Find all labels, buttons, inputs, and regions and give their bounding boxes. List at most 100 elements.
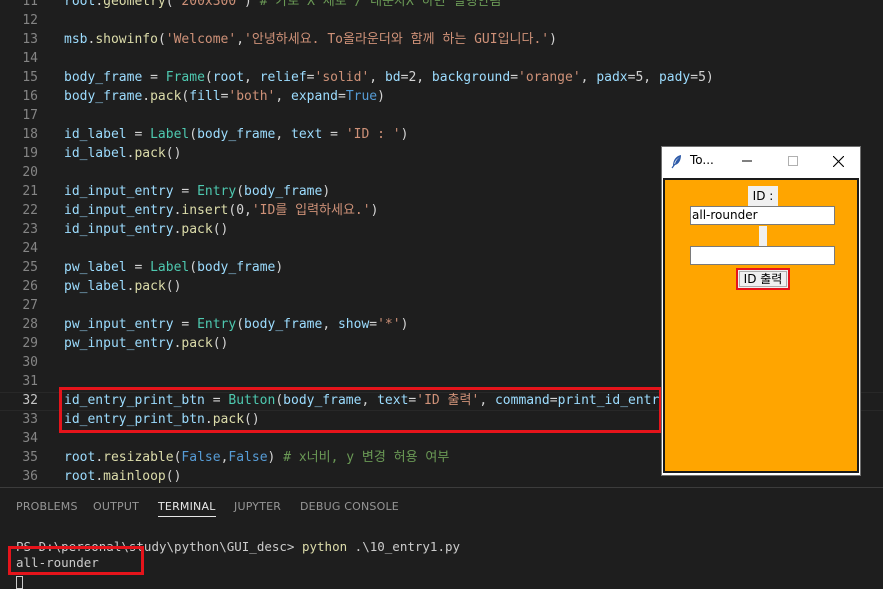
id-label: ID : [748,186,778,206]
code-token: , [236,32,245,47]
code-token: fill [189,89,221,104]
bottom-panel: PROBLEMS OUTPUT TERMINAL JUPYTER DEBUG C… [0,487,883,589]
line-number: 24 [22,241,38,256]
minimize-icon [742,160,752,162]
code-line[interactable]: 16 body_frame.pack(fill='both', expand=Tr… [0,87,883,106]
code-text: id_input_entry.insert(0,'ID를 입력하세요.') [64,201,378,220]
code-token: id_input_entry [64,203,174,218]
code-token: pack [181,336,213,351]
code-token: 'Welcome' [165,32,237,47]
code-token: , [361,393,378,408]
line-number: 20 [22,165,38,180]
code-token: False [228,450,268,465]
code-token: 'ID : ' [345,127,401,142]
code-token: , [244,70,260,85]
tab-jupyter[interactable]: JUPYTER [234,500,281,513]
code-token: ) [267,450,284,465]
terminal-command-line[interactable]: PS D:\personal\study\python\GUI_desc> py… [16,538,460,555]
code-token: False [181,450,221,465]
line-number: 16 [22,89,38,104]
code-token: , [275,89,292,104]
code-line[interactable]: 17 [0,106,883,125]
terminal-prompt: PS D:\personal\study\python\GUI_desc> [16,539,302,554]
tk-window[interactable]: To... ID : all-rounder ID 출력 [661,146,861,476]
code-token: 'solid' [314,70,370,85]
id-print-button-label: ID 출력 [743,272,783,286]
code-token: text [377,393,409,408]
code-token: . [95,450,104,465]
code-text: id_entry_print_btn = Button(body_frame, … [64,391,667,410]
code-token: ) [400,127,409,142]
tab-problems[interactable]: PROBLEMS [16,500,78,513]
code-text: pw_label.pack() [64,277,181,296]
tab-terminal[interactable]: TERMINAL [158,500,216,517]
code-line[interactable]: 11 root.geometry('200x300') # 가로 X 세로 / 대… [0,0,883,11]
code-token: , [275,127,292,142]
code-token: pw_input_entry [64,317,174,332]
line-number: 26 [22,279,38,294]
code-line[interactable]: 15 body_frame = Frame(root, relief='solid… [0,68,883,87]
code-token: = [142,70,166,85]
code-token: pady [658,70,691,85]
line-number: 30 [22,355,38,370]
code-token: = [549,393,558,408]
code-token: ( [236,184,245,199]
body-frame: ID : all-rounder ID 출력 [663,178,859,473]
code-token: , [580,70,597,85]
code-token: ( [275,393,284,408]
tk-titlebar[interactable]: To... [662,147,860,175]
code-text: id_entry_print_btn.pack() [64,410,260,429]
code-token: mainloop [103,469,166,484]
code-token: root [64,0,96,9]
code-token: = [126,127,151,142]
close-button[interactable] [815,147,861,175]
code-token: . [142,89,151,104]
code-token: body_frame [64,89,143,104]
code-token: (0, [228,203,252,218]
code-text: root.mainloop() [64,467,181,486]
code-token: pw_input_entry [64,336,174,351]
code-line[interactable]: 12 [0,11,883,30]
code-line[interactable]: 13 msb.showinfo('Welcome','안녕하세요. To올라운더와… [0,30,883,49]
id-input-entry[interactable]: all-rounder [690,206,835,225]
code-token: relief [259,70,307,85]
code-token: 2, [408,70,432,85]
tab-debug-console[interactable]: DEBUG CONSOLE [300,500,399,513]
line-number: 14 [22,51,38,66]
code-token: () [244,412,260,427]
minimize-button[interactable] [724,147,770,175]
code-token: ) [377,89,385,104]
code-token: pw_label [64,260,127,275]
maximize-button[interactable] [770,147,816,175]
tab-output[interactable]: OUTPUT [93,500,139,513]
code-token: () [165,469,182,484]
code-token: = [337,89,346,104]
code-token: pack [181,222,213,237]
code-line[interactable]: 18 id_label = Label(body_frame, text = 'I… [0,125,883,144]
terminal-command: python [301,539,348,554]
code-token: body_frame [244,317,323,332]
line-number: 13 [22,32,38,47]
code-token: # 가로 X 세로 / 대문자X 하면 실행안됨 [259,0,502,9]
code-token: root [64,450,96,465]
code-token: insert [181,203,229,218]
code-token: body_frame [283,393,362,408]
code-token: background [431,70,511,85]
code-text: body_frame.pack(fill='both', expand=True… [64,87,385,106]
code-line[interactable]: 14 [0,49,883,68]
line-number: 17 [22,108,38,123]
line-number: 32 [22,393,38,408]
code-token: padx [596,70,628,85]
code-token: show [337,317,370,332]
code-token: () [212,222,229,237]
line-number: 27 [22,298,38,313]
code-token: Label [150,260,190,275]
code-token: # x너비, y 변경 허용 여부 [283,450,450,465]
code-token: Entry [197,184,237,199]
code-token: () [165,279,182,294]
line-number: 18 [22,127,38,142]
code-token: showinfo [95,32,158,47]
pw-input-entry[interactable] [690,246,835,265]
id-print-button[interactable]: ID 출력 [736,268,790,290]
code-token: ) [400,317,409,332]
